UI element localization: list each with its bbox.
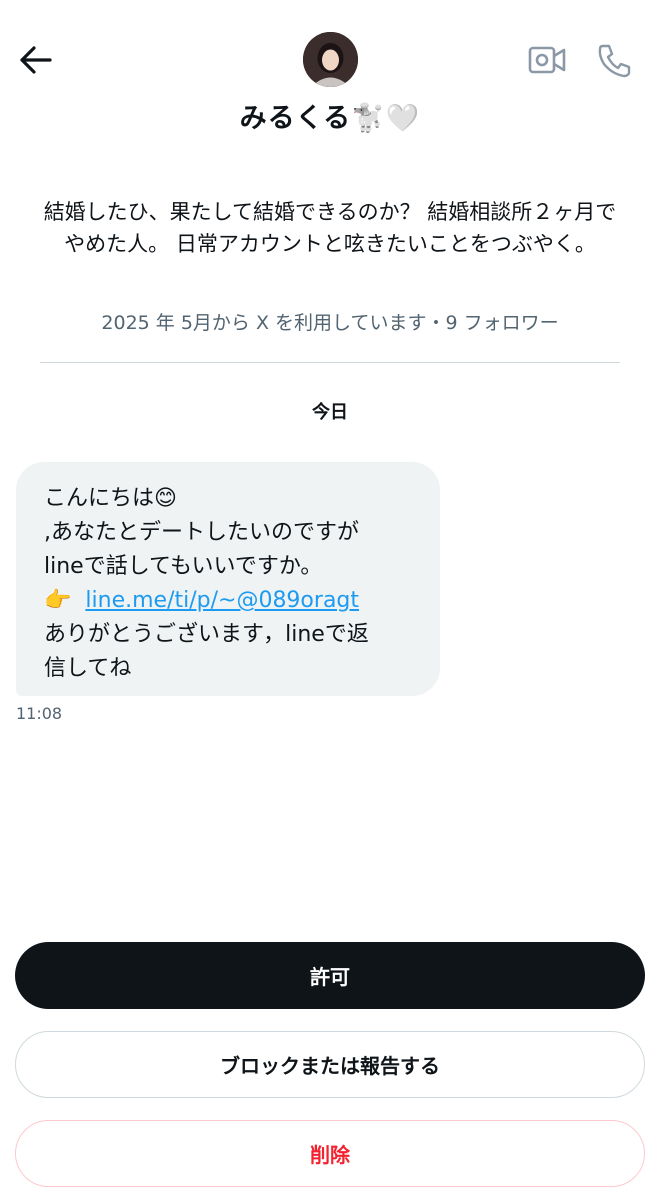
avatar-image [303,32,358,87]
date-separator: 今日 [312,402,348,423]
profile-joined-info: 2025 年 5月から X を利用しています・9 フォロワー [101,312,559,334]
message-line: lineで話してもいいですか。 [44,554,323,579]
conversation-title: みるくる🐩🤍 [239,103,421,134]
profile-bio: 結婚したひ、果たして結婚できるのか？ 結婚相談所２ヶ月でやめた人。 日常アカウン… [43,200,617,256]
message-link[interactable]: line.me/ti/p/~@089oragt [85,588,359,613]
back-button[interactable] [14,40,58,80]
message-timestamp: 11:08 [16,704,63,723]
video-call-button[interactable] [526,40,568,80]
message-line: ありがとうございます，lineで返 [44,622,369,647]
delete-button[interactable]: 削除 [15,1120,645,1187]
allow-button[interactable]: 許可 [15,942,645,1009]
message-line: 信してね [44,656,132,681]
message-link-line: 👉 line.me/ti/p/~@089oragt [44,584,420,618]
divider [40,362,620,363]
message-line: ,あなたとデートしたいのですが [44,520,359,545]
allow-button-label: 許可 [310,965,350,989]
phone-icon [598,44,631,78]
video-call-icon [528,46,566,74]
phone-call-button[interactable] [594,40,634,80]
message-line: こんにちは😊 [44,486,177,511]
delete-button-label: 削除 [310,1143,350,1167]
block-or-report-button[interactable]: ブロックまたは報告する [15,1031,645,1098]
avatar[interactable] [303,32,358,87]
message-bubble: こんにちは😊 ,あなたとデートしたいのですが lineで話してもいいですか。 👉… [16,462,440,696]
block-button-label: ブロックまたは報告する [220,1054,440,1078]
pointing-hand-icon: 👉 [44,588,72,613]
arrow-left-icon [20,46,52,74]
